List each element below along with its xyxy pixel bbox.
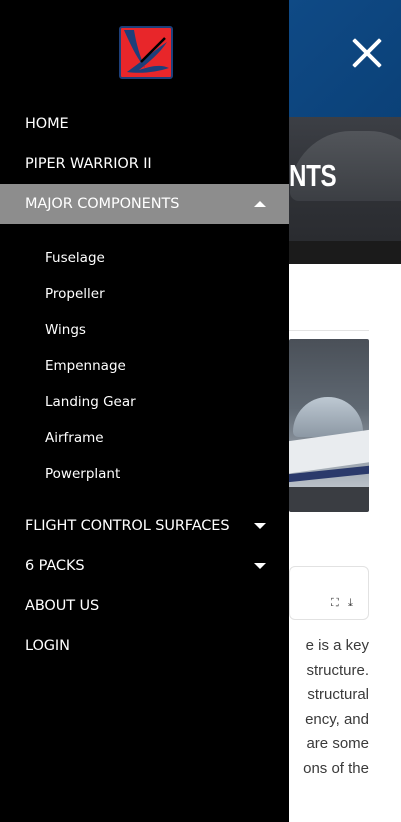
nav-item-home[interactable]: HOME — [0, 104, 289, 144]
bird-logo-icon — [124, 30, 169, 73]
divider — [289, 330, 369, 331]
text-line: e is a key — [305, 637, 369, 654]
text-line: structural — [307, 686, 369, 703]
submenu-item-powerplant[interactable]: Powerplant — [0, 456, 289, 492]
nav-menu: HOME PIPER WARRIOR II MAJOR COMPONENTS F… — [0, 104, 289, 666]
nav-item-about-us[interactable]: ABOUT US — [0, 586, 289, 626]
nav-item-label: FLIGHT CONTROL SURFACES — [25, 518, 230, 534]
app-screen: NTS ⛶ ⤓ e is a key structure. structural… — [0, 0, 401, 822]
text-line: ency, and — [305, 710, 369, 728]
text-line: are some — [306, 735, 369, 752]
caret-down-icon[interactable] — [254, 523, 266, 529]
article-text: e is a key structure. structural ency, a… — [289, 634, 369, 781]
aircraft-photo — [289, 339, 369, 512]
submenu-item-propeller[interactable]: Propeller — [0, 276, 289, 312]
nav-item-label: PIPER WARRIOR II — [25, 156, 152, 172]
nav-item-piper-warrior[interactable]: PIPER WARRIOR II — [0, 144, 289, 184]
text-line: ons of the — [303, 759, 369, 777]
submenu-item-wings[interactable]: Wings — [0, 312, 289, 348]
close-icon[interactable] — [346, 32, 388, 74]
page-title: NTS — [289, 158, 337, 193]
nav-item-6-packs[interactable]: 6 PACKS — [0, 546, 289, 586]
media-viewer: ⛶ ⤓ — [289, 566, 369, 620]
submenu-major-components: Fuselage Propeller Wings Empennage Landi… — [0, 224, 289, 506]
nav-drawer: HOME PIPER WARRIOR II MAJOR COMPONENTS F… — [0, 0, 289, 822]
nav-item-label: 6 PACKS — [25, 558, 85, 574]
expand-icon[interactable]: ⛶ — [331, 597, 339, 608]
download-icon[interactable]: ⤓ — [348, 597, 353, 608]
nav-item-label: LOGIN — [25, 638, 70, 654]
nav-item-label: MAJOR COMPONENTS — [25, 196, 180, 212]
nav-item-flight-control-surfaces[interactable]: FLIGHT CONTROL SURFACES — [0, 506, 289, 546]
nav-item-login[interactable]: LOGIN — [0, 626, 289, 666]
submenu-item-empennage[interactable]: Empennage — [0, 348, 289, 384]
nav-item-label: ABOUT US — [25, 598, 100, 614]
submenu-item-airframe[interactable]: Airframe — [0, 420, 289, 456]
submenu-item-landing-gear[interactable]: Landing Gear — [0, 384, 289, 420]
caret-up-icon[interactable] — [254, 201, 266, 207]
text-line: structure. — [306, 661, 369, 679]
site-logo[interactable] — [119, 26, 173, 79]
caret-down-icon[interactable] — [254, 563, 266, 569]
submenu-item-fuselage[interactable]: Fuselage — [0, 240, 289, 276]
nav-item-label: HOME — [25, 116, 69, 132]
nav-item-major-components[interactable]: MAJOR COMPONENTS — [0, 184, 289, 224]
